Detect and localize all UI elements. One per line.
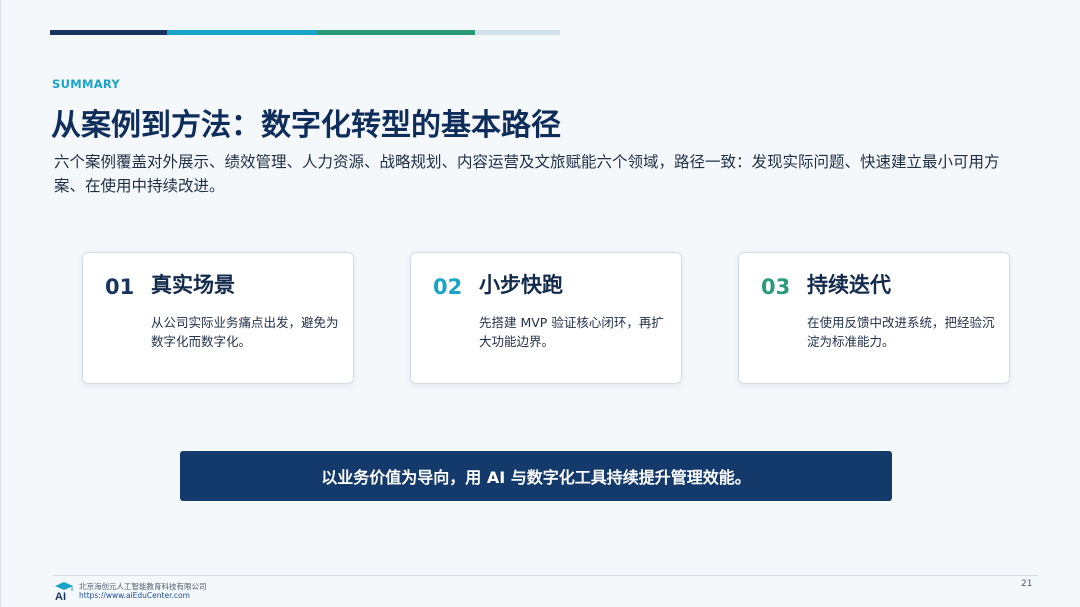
card-title: 小步快跑 xyxy=(479,273,563,297)
accent-bar-cyan xyxy=(167,30,317,35)
card-body: 从公司实际业务痛点出发，避免为数字化而数字化。 xyxy=(151,315,339,349)
accent-bar-light xyxy=(475,30,560,35)
company-logo-icon: AI xyxy=(55,582,73,601)
card-title: 真实场景 xyxy=(151,273,235,297)
accent-bar-navy xyxy=(50,30,167,35)
card-body: 在使用反馈中改进系统，把经验沉淀为标准能力。 xyxy=(807,315,995,349)
card-title: 持续迭代 xyxy=(807,273,891,297)
card-number: 01 xyxy=(105,275,135,299)
page-title: 从案例到方法：数字化转型的基本路径 xyxy=(51,108,561,143)
principle-card-3: 03 持续迭代 在使用反馈中改进系统，把经验沉淀为标准能力。 xyxy=(738,252,1010,384)
principle-card-2: 02 小步快跑 先搭建 MVP 验证核心闭环，再扩大功能边界。 xyxy=(410,252,682,384)
footer-divider xyxy=(53,575,1038,576)
principle-card-1: 01 真实场景 从公司实际业务痛点出发，避免为数字化而数字化。 xyxy=(82,252,354,384)
card-number: 03 xyxy=(761,275,791,299)
card-number: 02 xyxy=(433,275,463,299)
page-number: 21 xyxy=(1021,579,1033,589)
section-kicker: SUMMARY xyxy=(52,77,121,91)
card-body: 先搭建 MVP 验证核心闭环，再扩大功能边界。 xyxy=(479,315,664,349)
logo-text: AI xyxy=(55,591,66,601)
intro-paragraph: 六个案例覆盖对外展示、绩效管理、人力资源、战略规划、内容运营及文旅赋能六个领域，… xyxy=(54,153,1000,195)
accent-bar-green xyxy=(317,30,475,35)
accent-bar xyxy=(50,30,560,35)
company-url-link[interactable]: https://www.aiEduCenter.com xyxy=(79,591,190,600)
slide: SUMMARY 从案例到方法：数字化转型的基本路径 六个案例覆盖对外展示、绩效管… xyxy=(0,0,1080,607)
key-message-banner: 以业务价值为导向，用 AI 与数字化工具持续提升管理效能。 xyxy=(180,451,892,501)
